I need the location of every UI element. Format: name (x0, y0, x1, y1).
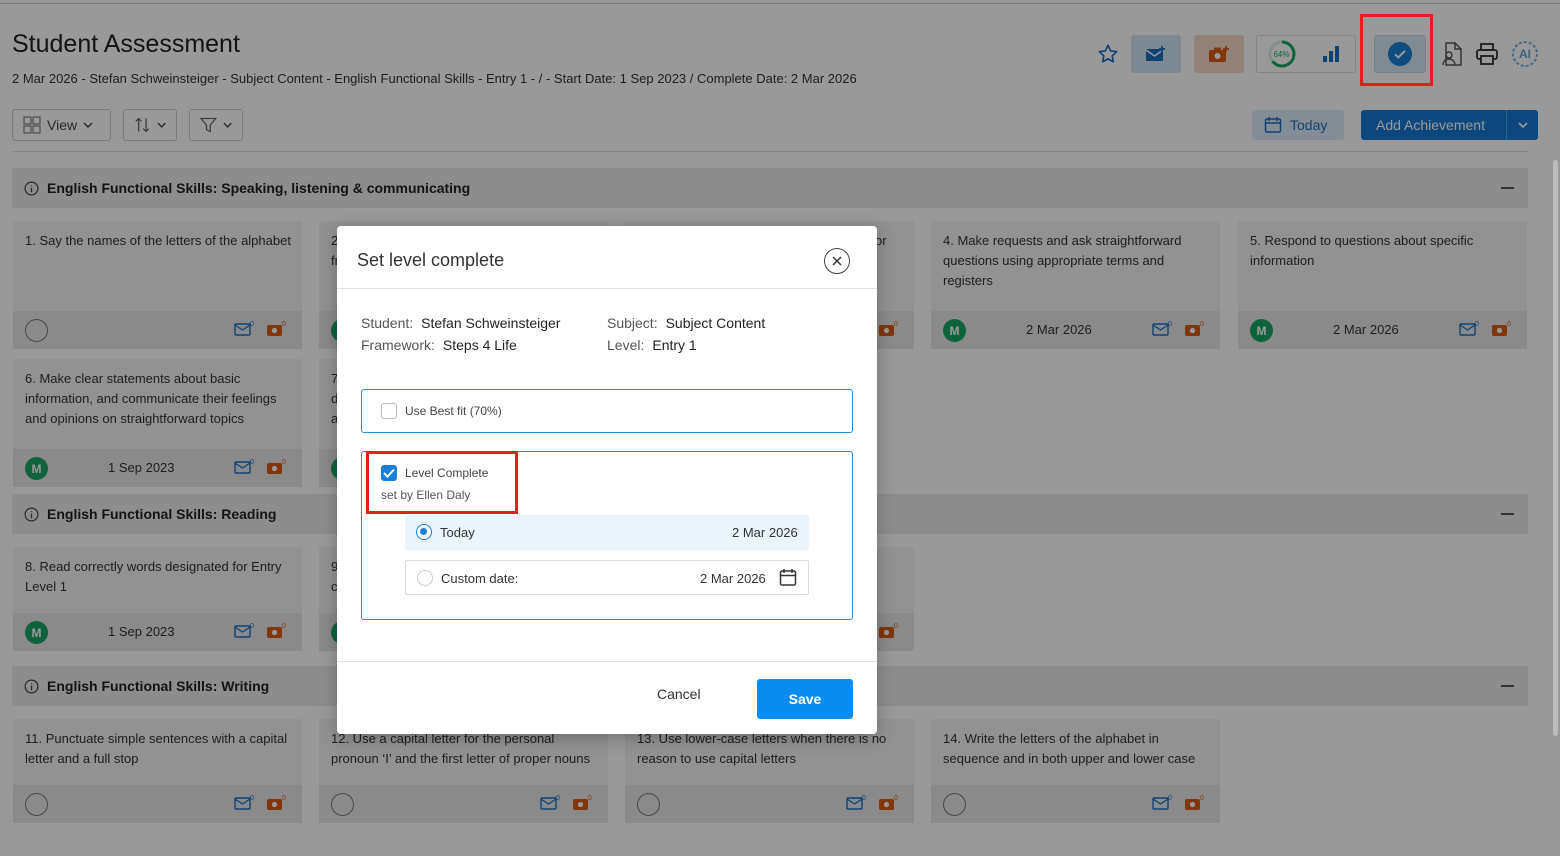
subject-value: Subject Content (665, 315, 766, 331)
scrollbar[interactable] (1553, 160, 1558, 736)
best-fit-label: Use Best fit (70%) (405, 404, 502, 418)
dialog-footer: Cancel Save (337, 661, 877, 734)
framework-info: Framework: Steps 4 Life (361, 337, 517, 353)
student-value: Stefan Schweinsteiger (421, 315, 561, 331)
level-value: Entry 1 (652, 337, 697, 353)
subject-info: Subject: Subject Content (607, 315, 765, 331)
student-label: Student: (361, 315, 414, 331)
dialog-header: Set level complete (337, 226, 877, 289)
best-fit-checkbox[interactable] (381, 403, 397, 419)
framework-value: Steps 4 Life (442, 337, 517, 353)
close-button[interactable] (824, 248, 850, 274)
custom-date-label: Custom date: (441, 571, 519, 586)
today-radio[interactable] (416, 524, 432, 540)
highlight-box-header-top (1360, 14, 1433, 86)
custom-date-option[interactable]: Custom date: 2 Mar 2026 (405, 560, 809, 595)
today-option-date: 2 Mar 2026 (732, 525, 798, 540)
framework-label: Framework: (361, 337, 435, 353)
save-button[interactable]: Save (757, 679, 853, 719)
today-option[interactable]: Today 2 Mar 2026 (405, 515, 809, 550)
subject-label: Subject: (607, 315, 658, 331)
custom-date-radio[interactable] (417, 570, 433, 586)
close-icon (832, 256, 842, 266)
level-info: Level: Entry 1 (607, 337, 697, 353)
today-option-label: Today (440, 525, 475, 540)
level-label: Level: (607, 337, 645, 353)
dialog-title: Set level complete (357, 250, 505, 270)
calendar-icon[interactable] (779, 568, 797, 592)
cancel-button[interactable]: Cancel (657, 686, 701, 702)
student-info: Student: Stefan Schweinsteiger (361, 315, 560, 331)
custom-date-value[interactable]: 2 Mar 2026 (700, 571, 766, 586)
highlight-box-level-complete (366, 451, 518, 514)
best-fit-panel: Use Best fit (70%) (361, 389, 853, 433)
